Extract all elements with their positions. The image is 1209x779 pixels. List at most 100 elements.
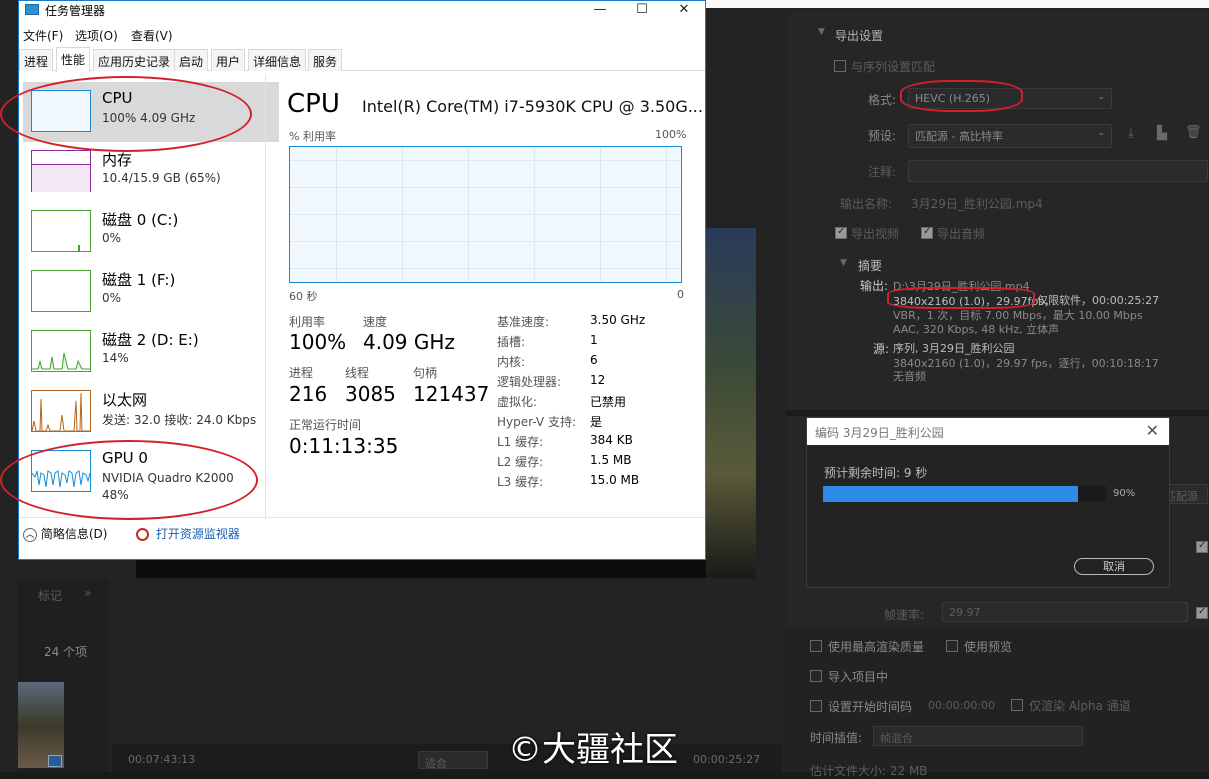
ethernet-graph [32, 392, 90, 431]
tab-performance[interactable]: 性能 [56, 47, 91, 72]
threads-value: 3085 [345, 382, 396, 406]
summary-source-line3: 无音频 [893, 370, 926, 383]
threads-label: 线程 [345, 366, 370, 380]
tab-app-history[interactable]: 应用历史记录 [93, 49, 176, 71]
resource-disk0[interactable]: 磁盘 0 (C:) 0% [23, 202, 279, 262]
titlebar: 任务管理器 — ☐ ✕ [19, 1, 705, 19]
gpu-annotation [0, 440, 258, 520]
close-icon[interactable]: ✕ [1146, 421, 1159, 440]
close-icon[interactable]: ✕ [661, 1, 707, 19]
uptime-label: 正常运行时间 [289, 418, 362, 432]
tab-details[interactable]: 详细信息 [248, 49, 307, 71]
handles-label: 句柄 [413, 366, 438, 380]
resource-sub: 10.4/15.9 GB (65%) [102, 171, 221, 185]
timecode-left[interactable]: 00:07:43:13 [128, 753, 195, 766]
start-timecode-checkbox[interactable] [810, 700, 822, 712]
frame-rate-select[interactable]: 29.97 [942, 602, 1188, 622]
summary-title: 摘要 [858, 259, 883, 273]
render-alpha-checkbox[interactable] [1011, 699, 1023, 711]
tab-users[interactable]: 用户 [211, 49, 246, 71]
frame-rate-checkbox[interactable] [1196, 606, 1208, 619]
spec-key: 逻辑处理器: [497, 375, 562, 389]
detail-heading: CPU [287, 89, 340, 119]
format-annotation [900, 80, 1023, 112]
menu-options[interactable]: 选项(O) [75, 27, 118, 44]
collapse-arrow-icon[interactable]: ▼ [818, 27, 825, 37]
speed-value: 4.09 GHz [363, 330, 455, 354]
cancel-button[interactable]: 取消 [1074, 558, 1154, 575]
export-video-checkbox[interactable] [835, 226, 847, 239]
output-name-link[interactable]: 3月29日_胜利公园.mp4 [911, 195, 1043, 212]
markers-tab[interactable]: 标记 [38, 587, 62, 604]
disk2-thumbnail [31, 330, 91, 372]
spec-value: 是 [590, 415, 603, 429]
use-previews-checkbox[interactable] [946, 640, 958, 652]
encoding-title: 编码 3月29日_胜利公园 [815, 426, 944, 440]
use-previews-label: 使用预览 [964, 640, 1013, 654]
cpu-annotation [0, 76, 252, 152]
res-annotation [887, 287, 1035, 309]
preset-value: 匹配源 - 高比特率 [915, 130, 1003, 143]
preset-select[interactable]: 匹配源 - 高比特率 ⌄ [908, 124, 1112, 148]
sequence-icon [48, 755, 62, 767]
time-interp-select[interactable]: 帧混合 [873, 726, 1083, 746]
summary-source-line1: 序列, 3月29日_胜利公园 [893, 342, 1015, 355]
fit-label: 适合 [425, 757, 447, 770]
frame-rate-label: 帧速率: [884, 608, 925, 622]
grid-line [290, 187, 681, 188]
spec-value: 已禁用 [590, 395, 627, 409]
processes-value: 216 [289, 382, 328, 406]
processes-label: 进程 [289, 366, 314, 380]
resource-disk2[interactable]: 磁盘 2 (D: E:) 14% [23, 322, 279, 382]
panel-overflow-icon[interactable]: » [84, 586, 91, 600]
checkbox-right[interactable] [1196, 540, 1208, 553]
max-render-quality-label: 使用最高渲染质量 [828, 640, 925, 654]
resource-ethernet[interactable]: 以太网 发送: 32.0 接收: 24.0 Kbps [23, 382, 279, 442]
window-title: 任务管理器 [45, 4, 106, 18]
summary-collapse-icon[interactable]: ▼ [840, 258, 847, 268]
brief-toggle[interactable]: ︿ 简略信息(D) [23, 525, 107, 542]
summary-output-line2: 仅限软件，00:00:25:27 [1037, 294, 1160, 307]
save-preset-icon[interactable]: ▙ [1157, 126, 1167, 141]
menu-file[interactable]: 文件(F) [23, 27, 63, 44]
minimize-icon[interactable]: — [577, 1, 623, 19]
maximize-icon[interactable]: ☐ [619, 1, 665, 19]
export-audio-checkbox[interactable] [921, 226, 933, 239]
tab-services[interactable]: 服务 [308, 49, 343, 71]
resource-sub: 0% [102, 231, 122, 245]
encoding-titlebar: 编码 3月29日_胜利公园 ✕ [807, 418, 1169, 445]
timecode-right[interactable]: 00:00:25:27 [693, 753, 760, 766]
fit-select[interactable]: 适合 [418, 751, 488, 770]
import-preset-icon[interactable]: ⤓ [1128, 126, 1134, 141]
progress-percent: 90% [1113, 488, 1136, 499]
output-name-label: 输出名称: [840, 197, 893, 211]
resource-disk1[interactable]: 磁盘 1 (F:) 0% [23, 262, 279, 322]
panel-divider [786, 410, 1209, 416]
grid-line [290, 160, 681, 161]
comment-input[interactable] [908, 160, 1208, 182]
resource-name: 磁盘 0 (C:) [102, 211, 179, 229]
tab-processes[interactable]: 进程 [19, 49, 54, 71]
grid-line [290, 268, 681, 269]
start-timecode-value[interactable]: 00:00:00:00 [928, 699, 995, 712]
resource-monitor-link[interactable]: 打开资源监视器 [136, 525, 240, 542]
uptime-value: 0:11:13:35 [289, 434, 399, 458]
tab-startup[interactable]: 启动 [174, 49, 209, 71]
delete-preset-icon[interactable]: 🗑 [1185, 125, 1202, 140]
export-video-label: 导出视频 [851, 227, 900, 241]
match-sequence-checkbox[interactable] [834, 60, 846, 72]
chevron-down-icon: ⌄ [1097, 128, 1105, 138]
spec-value: 12 [590, 373, 606, 387]
resource-name: 以太网 [102, 391, 148, 409]
max-render-quality-checkbox[interactable] [810, 640, 822, 652]
cpu-model: Intel(R) Core(TM) i7-5930K CPU @ 3.50G..… [362, 97, 703, 116]
watermark: ©大疆社区 [508, 730, 678, 770]
resource-name: 磁盘 1 (F:) [102, 271, 176, 289]
format-label: 格式: [868, 93, 897, 107]
summary-output-line4: AAC, 320 Kbps, 48 kHz, 立体声 [893, 323, 1060, 336]
comment-label: 注释: [868, 165, 897, 179]
import-project-checkbox[interactable] [810, 670, 822, 682]
export-audio-label: 导出音频 [937, 227, 986, 241]
resource-monitor-icon [136, 528, 149, 541]
menu-view[interactable]: 查看(V) [131, 27, 173, 44]
